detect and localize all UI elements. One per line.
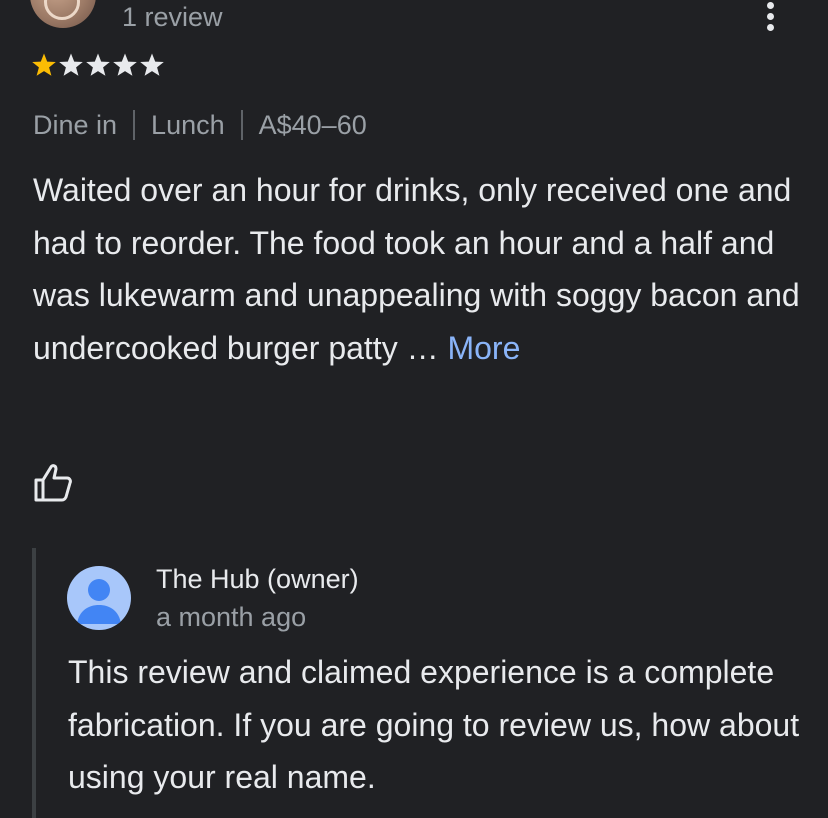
more-options-button[interactable] <box>756 2 784 32</box>
reviewer-review-count: 1 review <box>122 2 223 32</box>
more-vert-icon <box>767 2 774 9</box>
owner-reply-text: This review and claimed experience is a … <box>68 654 800 795</box>
star-rating <box>31 52 165 78</box>
thumb-up-icon <box>34 464 72 502</box>
meta-price: A$40–60 <box>258 110 367 140</box>
reviewer-avatar-detail <box>44 0 80 20</box>
account-circle-icon <box>77 579 121 624</box>
star-filled-icon <box>32 53 56 76</box>
meta-divider <box>240 110 243 140</box>
star-empty-icon <box>113 53 137 76</box>
owner-name: The Hub (owner) <box>156 564 359 594</box>
reply-timestamp: a month ago <box>156 602 307 632</box>
review-ellipsis: … <box>406 329 439 366</box>
more-link[interactable]: More <box>447 330 520 366</box>
review-meta: Dine in Lunch A$40–60 <box>33 107 367 143</box>
meta-meal: Lunch <box>151 110 225 140</box>
star-empty-icon <box>59 53 83 76</box>
star-empty-icon <box>86 53 110 76</box>
reviewer-avatar[interactable] <box>30 0 96 28</box>
star-empty-icon <box>140 53 164 76</box>
owner-avatar[interactable] <box>67 566 131 630</box>
meta-divider <box>133 110 136 140</box>
more-vert-icon-dot-2 <box>767 13 774 20</box>
meta-service: Dine in <box>33 110 118 140</box>
more-vert-icon-dot-3 <box>767 24 774 31</box>
like-button[interactable] <box>32 462 74 504</box>
review-text: Waited over an hour for drinks, only rec… <box>33 164 803 374</box>
reply-indent-bar <box>32 548 36 818</box>
